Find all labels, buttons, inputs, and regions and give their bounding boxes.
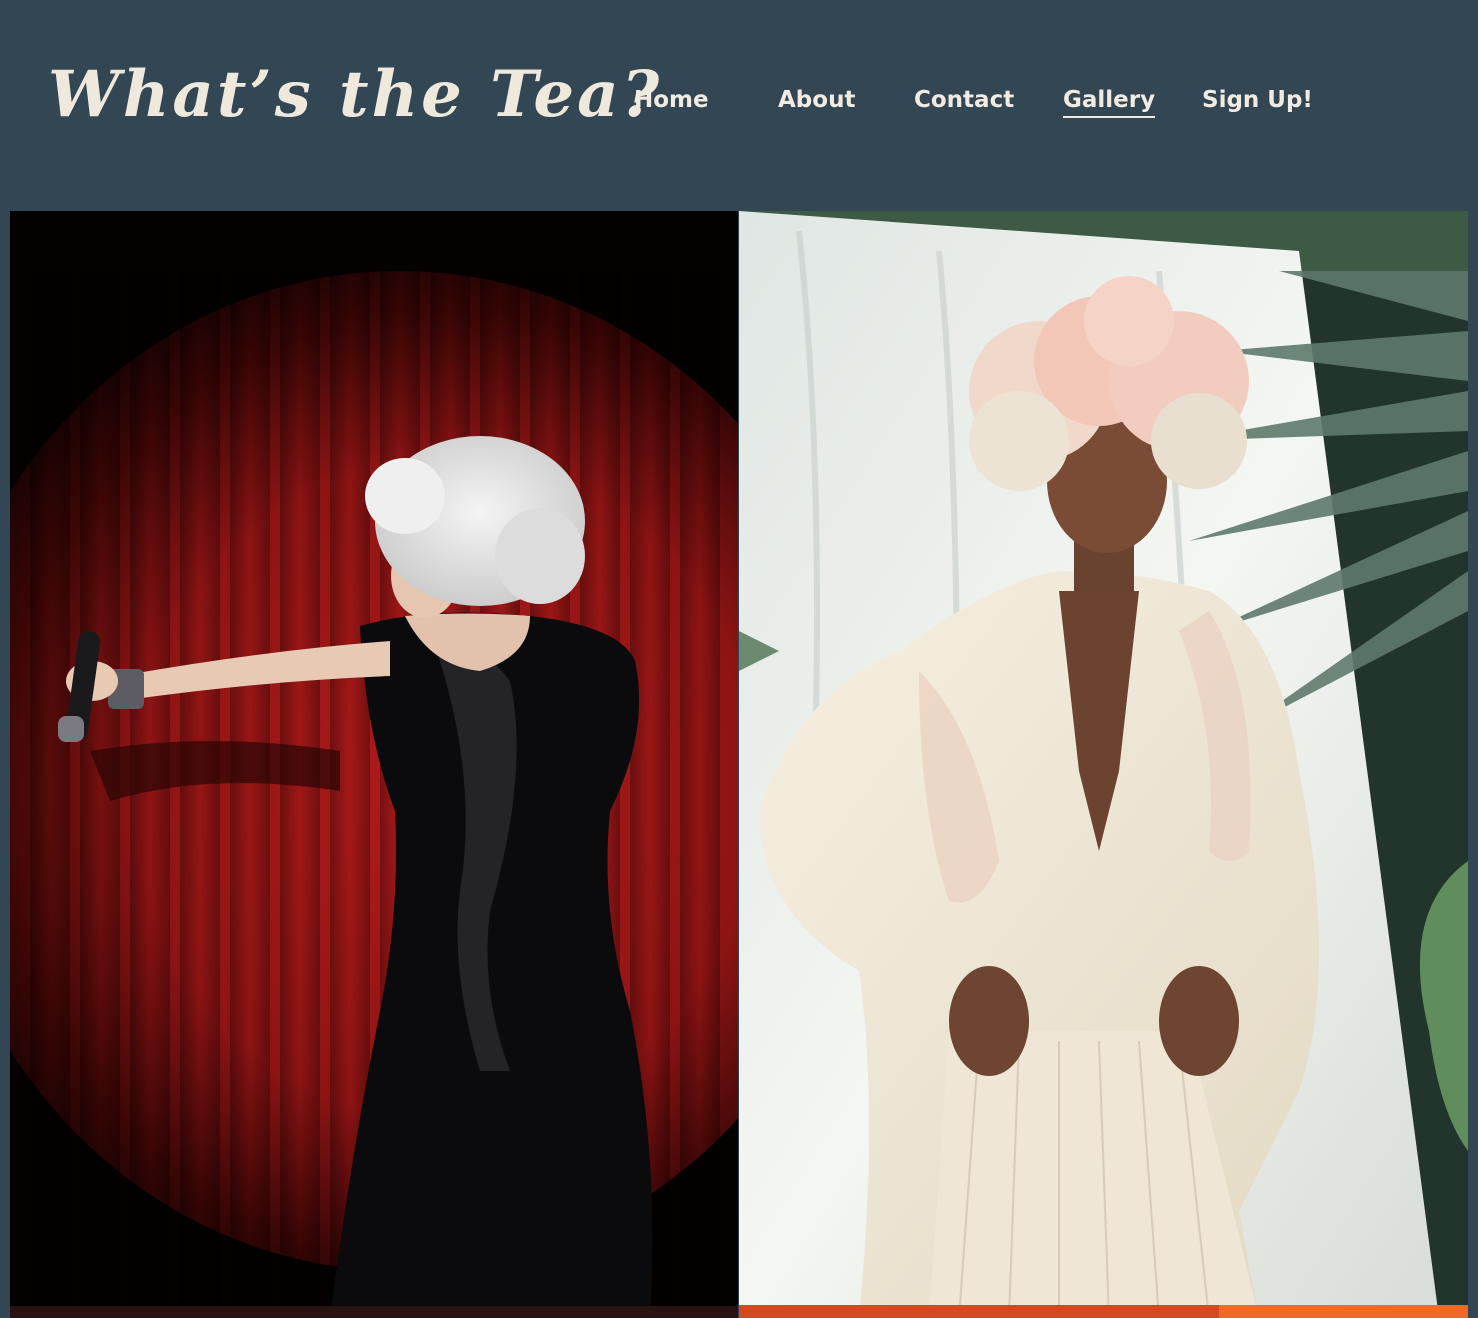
- nav-item-sign-up[interactable]: Sign Up!: [1202, 84, 1313, 116]
- main-nav: Home About Contact Gallery Sign Up!: [0, 84, 1478, 124]
- performer-image: [10, 211, 738, 1318]
- gallery-photo-model[interactable]: [739, 211, 1468, 1318]
- nav-item-contact[interactable]: Contact: [914, 84, 1014, 116]
- site-header: What’s the Tea? Home About Contact Galle…: [0, 0, 1478, 211]
- model-image: [739, 211, 1468, 1318]
- nav-item-gallery[interactable]: Gallery: [1063, 84, 1156, 118]
- gallery-photo-performer[interactable]: [10, 211, 738, 1318]
- nav-item-about[interactable]: About: [778, 84, 855, 116]
- nav-item-home[interactable]: Home: [634, 84, 709, 116]
- photo-gallery: [10, 211, 1468, 1318]
